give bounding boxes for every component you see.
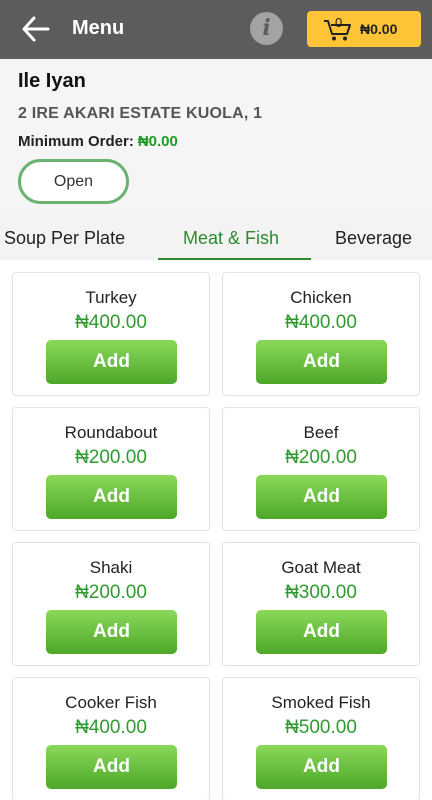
menu-item-card: Roundabout ₦200.00 Add [12, 407, 210, 531]
item-price: ₦500.00 [285, 717, 357, 738]
tab-beverage[interactable]: Beverage [335, 228, 412, 249]
add-button[interactable]: Add [256, 475, 387, 519]
item-name: Turkey [85, 288, 137, 307]
minimum-order-value: ₦0.00 [137, 133, 178, 150]
menu-item-card: Cooker Fish ₦400.00 Add [12, 677, 210, 800]
back-button[interactable] [20, 14, 52, 44]
add-button[interactable]: Add [46, 340, 177, 384]
item-name: Shaki [89, 558, 133, 577]
minimum-order-label: Minimum Order: [18, 133, 134, 150]
info-icon: i [262, 15, 271, 41]
menu-item-card: Chicken ₦400.00 Add [222, 272, 420, 396]
item-price: ₦200.00 [285, 447, 357, 468]
item-name: Goat Meat [281, 558, 361, 577]
cart-total: ₦0.00 [360, 21, 398, 37]
menu-item-card: Goat Meat ₦300.00 Add [222, 542, 420, 666]
item-name: Cooker Fish [65, 693, 157, 712]
menu-item-card: Turkey ₦400.00 Add [12, 272, 210, 396]
item-name: Roundabout [64, 423, 158, 442]
item-price: ₦300.00 [285, 582, 357, 603]
item-price: ₦400.00 [75, 312, 147, 333]
restaurant-info: Ile Iyan 2 IRE AKARI ESTATE KUOLA, 1 Min… [0, 59, 432, 212]
add-button[interactable]: Add [46, 610, 177, 654]
add-button[interactable]: Add [256, 610, 387, 654]
menu-item-card: Smoked Fish ₦500.00 Add [222, 677, 420, 800]
item-name: Smoked Fish [271, 693, 371, 712]
item-price: ₦400.00 [285, 312, 357, 333]
add-button[interactable]: Add [256, 340, 387, 384]
menu-item-card: Shaki ₦200.00 Add [12, 542, 210, 666]
item-price: ₦200.00 [75, 582, 147, 603]
category-tabs: Soup Per Plate Meat & Fish Beverage [0, 212, 432, 260]
restaurant-address: 2 IRE AKARI ESTATE KUOLA, 1 [18, 105, 263, 122]
menu-item-card: Beef ₦200.00 Add [222, 407, 420, 531]
item-price: ₦200.00 [75, 447, 147, 468]
item-name: Beef [303, 423, 339, 442]
restaurant-name: Ile Iyan [18, 70, 86, 92]
page-title: Menu [72, 17, 125, 39]
item-price: ₦400.00 [75, 717, 147, 738]
tab-meat-fish[interactable]: Meat & Fish [183, 228, 279, 249]
arrow-left-icon [22, 16, 50, 42]
add-button[interactable]: Add [256, 745, 387, 789]
minimum-order: Minimum Order: ₦0.00 [18, 133, 178, 150]
status-badge: Open [18, 159, 129, 204]
cart-count-badge: 0 [335, 15, 343, 30]
menu-grid: Turkey ₦400.00 Add Chicken ₦400.00 Add R… [0, 260, 432, 800]
cart-button[interactable]: 0 ₦0.00 [307, 11, 421, 47]
add-button[interactable]: Add [46, 475, 177, 519]
add-button[interactable]: Add [46, 745, 177, 789]
top-app-bar: Menu i 0 ₦0.00 [0, 0, 432, 59]
info-button[interactable]: i [250, 12, 283, 45]
item-name: Chicken [290, 288, 352, 307]
tab-soup-per-plate[interactable]: Soup Per Plate [4, 228, 125, 249]
